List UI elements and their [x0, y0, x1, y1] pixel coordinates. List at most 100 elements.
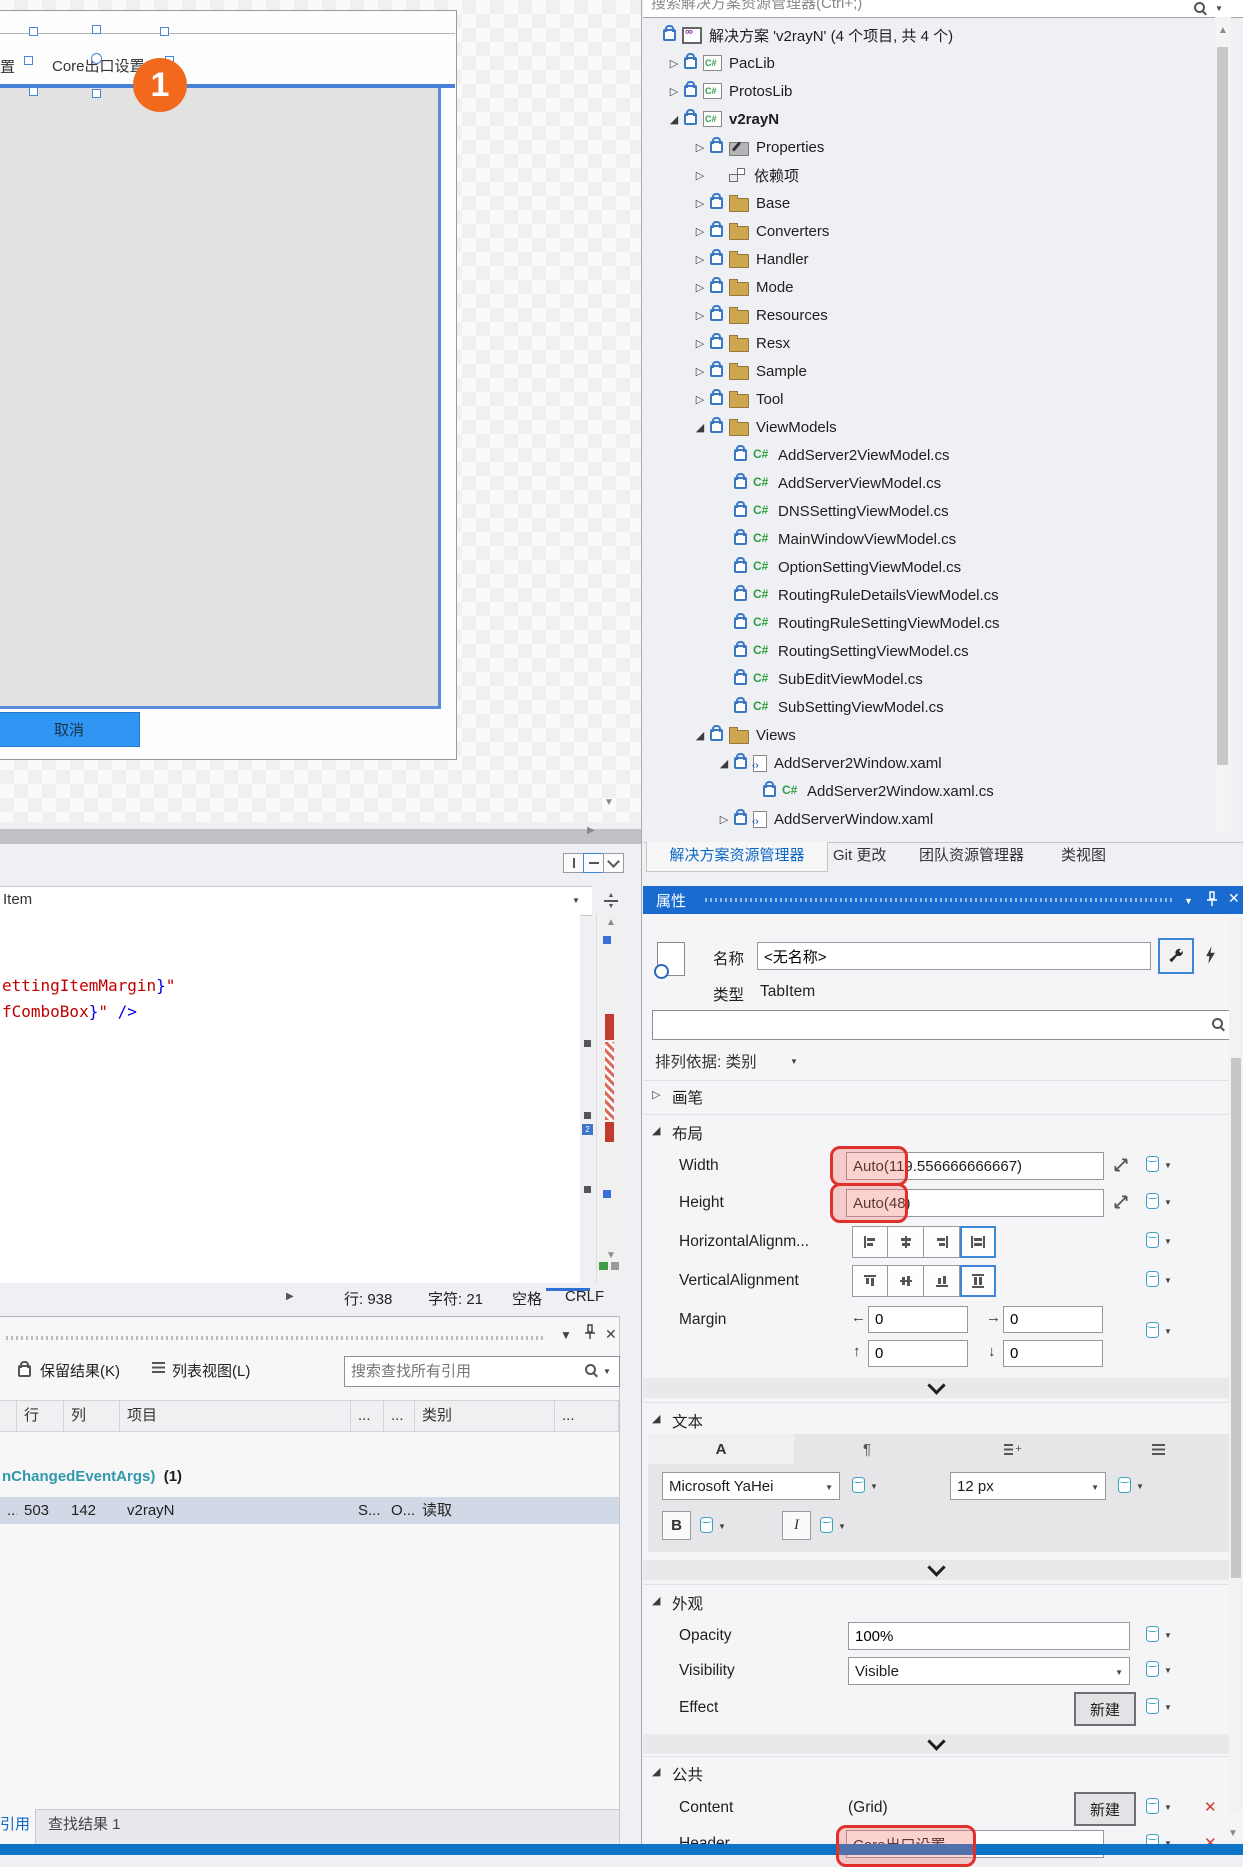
- valign-stretch-button[interactable]: [960, 1265, 996, 1297]
- section-layout[interactable]: 布局: [672, 1122, 703, 1144]
- property-marker-icon[interactable]: [1146, 1193, 1159, 1209]
- section-common[interactable]: 公共: [672, 1763, 703, 1785]
- chevron-collapsed-icon[interactable]: ▷: [690, 253, 710, 266]
- halign-center-button[interactable]: [888, 1226, 924, 1258]
- selection-handle[interactable]: [29, 27, 38, 36]
- tree-item[interactable]: DNSSettingViewModel.cs: [643, 497, 1213, 525]
- scrollbar-thumb[interactable]: [1217, 47, 1228, 765]
- valign-center-button[interactable]: [888, 1265, 924, 1297]
- tab-team-explorer[interactable]: 团队资源管理器: [919, 842, 1024, 871]
- results-column-header[interactable]: ...: [384, 1401, 415, 1431]
- property-marker-icon[interactable]: [1146, 1271, 1159, 1287]
- margin-top-field[interactable]: [868, 1340, 968, 1367]
- solution-explorer-search[interactable]: 搜索解决方案资源管理器(Ctrl+;) ▼: [643, 0, 1243, 18]
- result-row-selected[interactable]: ...503142v2rayNS...O...读取: [0, 1497, 619, 1524]
- editor-scrollbar[interactable]: ▲ ▼: [596, 914, 627, 1283]
- property-marker-icon[interactable]: [1146, 1661, 1159, 1677]
- tree-item[interactable]: ▷Base: [643, 189, 1213, 217]
- scrollbar-thumb[interactable]: [1231, 1058, 1241, 1578]
- find-results-search-input[interactable]: [345, 1357, 575, 1386]
- search-icon[interactable]: [585, 1364, 598, 1377]
- font-family-combo[interactable]: Microsoft YaHei ▼: [662, 1472, 840, 1500]
- chevron-collapsed-icon[interactable]: ▷: [690, 141, 710, 154]
- expand-more-row[interactable]: [643, 1378, 1229, 1398]
- expand-more-row[interactable]: [643, 1734, 1229, 1754]
- content-new-button[interactable]: 新建: [1074, 1792, 1136, 1826]
- tree-item[interactable]: OptionSettingViewModel.cs: [643, 553, 1213, 581]
- arrange-by-selector[interactable]: 排列依据: 类别: [655, 1050, 757, 1072]
- chevron-collapsed-icon[interactable]: ▷: [690, 281, 710, 294]
- panel-menu-icon[interactable]: ▼: [560, 1328, 572, 1342]
- designer-scroll-down-icon[interactable]: ▼: [604, 797, 614, 808]
- marker-dropdown-icon[interactable]: ▼: [1164, 1161, 1172, 1170]
- properties-title-bar[interactable]: 属性 ▼ ✕: [643, 886, 1243, 914]
- editor-split-handle[interactable]: ▲ ▼: [596, 888, 626, 914]
- section-text[interactable]: 文本: [672, 1410, 703, 1432]
- results-column-header[interactable]: 类别: [415, 1401, 555, 1431]
- search-dropdown-icon[interactable]: ▼: [1215, 4, 1223, 13]
- property-mode-button[interactable]: [1158, 938, 1194, 974]
- property-marker-icon[interactable]: [820, 1517, 833, 1533]
- tree-item[interactable]: RoutingRuleDetailsViewModel.cs: [643, 581, 1213, 609]
- chevron-collapsed-icon[interactable]: ▷: [714, 813, 734, 826]
- text-tab-paragraph[interactable]: ¶: [794, 1434, 940, 1464]
- effect-new-button[interactable]: 新建: [1074, 1692, 1136, 1726]
- results-column-header[interactable]: ...: [351, 1401, 384, 1431]
- tab-solution-explorer[interactable]: 解决方案资源管理器: [646, 842, 828, 872]
- search-icon[interactable]: [1212, 1018, 1225, 1031]
- chevron-collapsed-icon[interactable]: ▷: [690, 197, 710, 210]
- chevron-expanded-icon[interactable]: ◢: [652, 1124, 660, 1137]
- tree-item[interactable]: ◢v2rayN: [643, 105, 1213, 133]
- marker-dropdown-icon[interactable]: ▼: [1164, 1198, 1172, 1207]
- expand-more-row[interactable]: [643, 1560, 1229, 1580]
- halign-left-button[interactable]: [852, 1226, 888, 1258]
- chevron-expanded-icon[interactable]: ◢: [690, 421, 710, 434]
- results-column-header[interactable]: [0, 1401, 17, 1431]
- tab-find-all-references[interactable]: 引用: [0, 1809, 36, 1844]
- tab-find-results-1[interactable]: 查找结果 1: [48, 1809, 121, 1844]
- panel-grip[interactable]: [6, 1336, 546, 1340]
- pin-icon[interactable]: [583, 1324, 597, 1344]
- halign-stretch-button[interactable]: [960, 1226, 996, 1258]
- vertical-split-button[interactable]: [563, 853, 584, 873]
- section-brushes[interactable]: 画笔: [672, 1086, 703, 1108]
- selection-anchor[interactable]: [91, 53, 102, 64]
- tree-item[interactable]: ◢ViewModels: [643, 413, 1213, 441]
- selection-handle[interactable]: [160, 27, 169, 36]
- margin-top-input[interactable]: [875, 1345, 961, 1362]
- chevron-collapsed-icon[interactable]: ▷: [664, 85, 684, 98]
- text-tab-spacing[interactable]: +: [940, 1434, 1086, 1464]
- designed-tab-partial[interactable]: 置: [0, 56, 15, 77]
- valign-top-button[interactable]: [852, 1265, 888, 1297]
- set-size-icon[interactable]: [1112, 1156, 1130, 1178]
- xaml-code-editor[interactable]: ettingItemMargin}" fComboBox}" />: [0, 914, 580, 1283]
- tree-item[interactable]: 解决方案 'v2rayN' (4 个项目, 共 4 个): [643, 21, 1213, 49]
- selection-handle[interactable]: [24, 56, 33, 65]
- property-marker-icon[interactable]: [700, 1517, 713, 1533]
- italic-button[interactable]: I: [782, 1511, 811, 1540]
- margin-bottom-input[interactable]: [1010, 1345, 1096, 1362]
- font-size-combo[interactable]: 12 px ▼: [950, 1472, 1106, 1500]
- tree-item[interactable]: ▷Converters: [643, 217, 1213, 245]
- margin-bottom-field[interactable]: [1003, 1340, 1103, 1367]
- text-tab-list[interactable]: [1086, 1434, 1230, 1464]
- tree-item[interactable]: ▷Tool: [643, 385, 1213, 413]
- xaml-designer-surface[interactable]: 置 Core出口设置 1 取消 ▼: [0, 0, 641, 822]
- margin-right-field[interactable]: [1003, 1306, 1103, 1333]
- list-view-button[interactable]: 列表视图(L): [172, 1360, 250, 1381]
- chevron-expanded-icon[interactable]: ◢: [652, 1412, 660, 1425]
- scroll-up-icon[interactable]: ▲: [606, 917, 616, 928]
- marker-dropdown-icon[interactable]: ▼: [718, 1522, 726, 1531]
- bold-button[interactable]: B: [662, 1511, 691, 1540]
- property-marker-icon[interactable]: [1146, 1322, 1159, 1338]
- marker-dropdown-icon[interactable]: ▼: [870, 1482, 878, 1491]
- results-column-header[interactable]: 项目: [120, 1401, 351, 1431]
- results-table-header[interactable]: 行列项目......类别...: [0, 1400, 619, 1432]
- property-marker-icon[interactable]: [1118, 1477, 1131, 1493]
- chevron-collapsed-icon[interactable]: ▷: [690, 393, 710, 406]
- marker-dropdown-icon[interactable]: ▼: [1164, 1631, 1172, 1640]
- text-tab-font[interactable]: A: [648, 1434, 794, 1464]
- tree-item[interactable]: AddServer2Window.xaml.cs: [643, 777, 1213, 805]
- panel-grip[interactable]: [705, 898, 1175, 902]
- tab-git-changes[interactable]: Git 更改: [833, 842, 886, 871]
